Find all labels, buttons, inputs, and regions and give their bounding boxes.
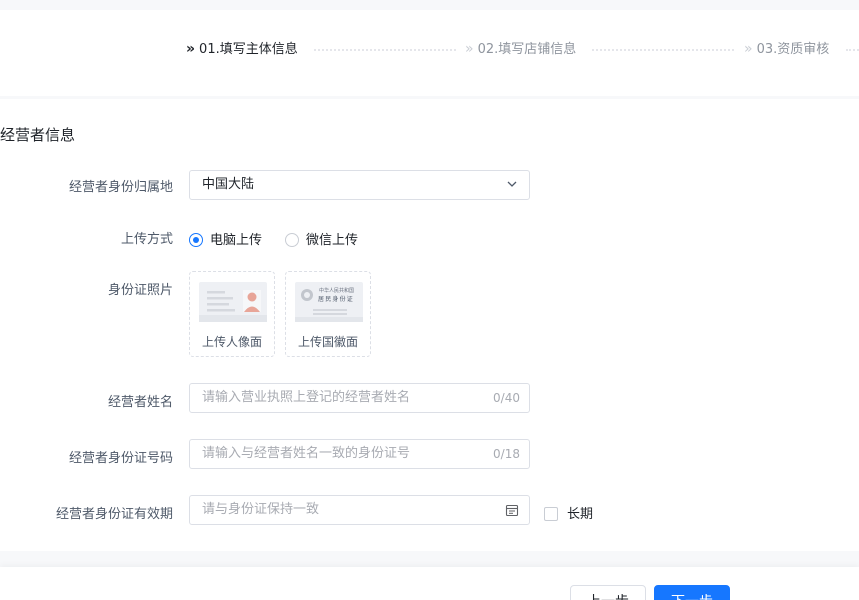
radio-wechat-upload-label: 微信上传 (306, 233, 359, 248)
step-connector (314, 49, 456, 51)
id-validity-date-picker[interactable]: 请与身份证保持一致 (189, 495, 530, 525)
step-3-label: 03.资质审核 (756, 42, 830, 57)
upload-portrait-caption: 上传人像面 (201, 335, 262, 349)
long-term-checkbox[interactable]: 长期 (544, 503, 593, 522)
upload-method-label: 上传方式 (120, 232, 173, 247)
id-card-emblem-icon: 中华人民共和国 居民身份证 (295, 282, 363, 322)
id-card-back-subtitle: 居民身份证 (318, 295, 354, 303)
prev-step-button[interactable]: 上一步 (570, 585, 646, 600)
radio-computer-upload-label: 电脑上传 (210, 233, 263, 248)
upload-emblem-side[interactable]: 中华人民共和国 居民身份证 上传国徽面 (285, 271, 371, 357)
id-number-input[interactable]: 请输入与经营者姓名一致的身份证号 0/18 (189, 439, 530, 469)
step-1-label: 01.填写主体信息 (199, 42, 298, 57)
radio-checked-icon (189, 233, 203, 247)
radio-unchecked-icon (285, 233, 299, 247)
id-number-count: 0/18 (493, 447, 520, 461)
id-card-portrait-icon (199, 282, 267, 322)
long-term-label: 长期 (567, 507, 594, 522)
step-3: » 03.资质审核 (744, 40, 829, 59)
double-chevron-right-icon: » (186, 41, 195, 57)
id-validity-label: 经营者身份证有效期 (55, 507, 173, 522)
region-value: 中国大陆 (202, 177, 255, 192)
step-connector (846, 49, 859, 51)
upload-emblem-caption: 上传国徽面 (297, 335, 358, 349)
id-number-placeholder: 请输入与经营者姓名一致的身份证号 (202, 446, 411, 461)
step-2-label: 02.填写店铺信息 (477, 42, 577, 57)
id-photo-label: 身份证照片 (107, 283, 173, 298)
step-connector (592, 49, 734, 51)
radio-computer-upload[interactable]: 电脑上传 (189, 229, 262, 248)
stepper: » 01.填写主体信息 » 02.填写店铺信息 » 03.资质审核 (0, 10, 859, 96)
operator-name-count: 0/40 (493, 391, 520, 405)
operator-name-input[interactable]: 请输入营业执照上登记的经营者姓名 0/40 (189, 383, 530, 413)
section-title: 经营者信息 (0, 126, 76, 144)
region-label: 经营者身份归属地 (68, 180, 173, 195)
id-validity-placeholder: 请与身份证保持一致 (202, 502, 320, 517)
operator-name-label: 经营者姓名 (107, 395, 173, 410)
radio-wechat-upload[interactable]: 微信上传 (285, 229, 358, 248)
operator-name-placeholder: 请输入营业执照上登记的经营者姓名 (202, 390, 411, 405)
id-number-label: 经营者身份证号码 (68, 451, 173, 466)
footer-bar: 上一步 下一步 (0, 567, 859, 600)
calendar-icon (505, 504, 519, 517)
region-select[interactable]: 中国大陆 (189, 170, 530, 200)
step-1: » 01.填写主体信息 (186, 40, 298, 59)
double-chevron-right-icon: » (465, 41, 473, 57)
form-panel: 经营者信息 经营者身份归属地 中国大陆 上传方式 电脑上传 微信上传 身份证照片… (0, 99, 859, 551)
chevron-down-icon (507, 181, 517, 187)
checkbox-unchecked-icon (544, 507, 558, 521)
next-step-button[interactable]: 下一步 (654, 585, 730, 600)
upload-portrait-side[interactable]: 上传人像面 (189, 271, 275, 357)
step-2: » 02.填写店铺信息 (465, 40, 576, 59)
id-card-back-title: 中华人民共和国 (319, 287, 354, 294)
double-chevron-right-icon: » (744, 41, 752, 57)
